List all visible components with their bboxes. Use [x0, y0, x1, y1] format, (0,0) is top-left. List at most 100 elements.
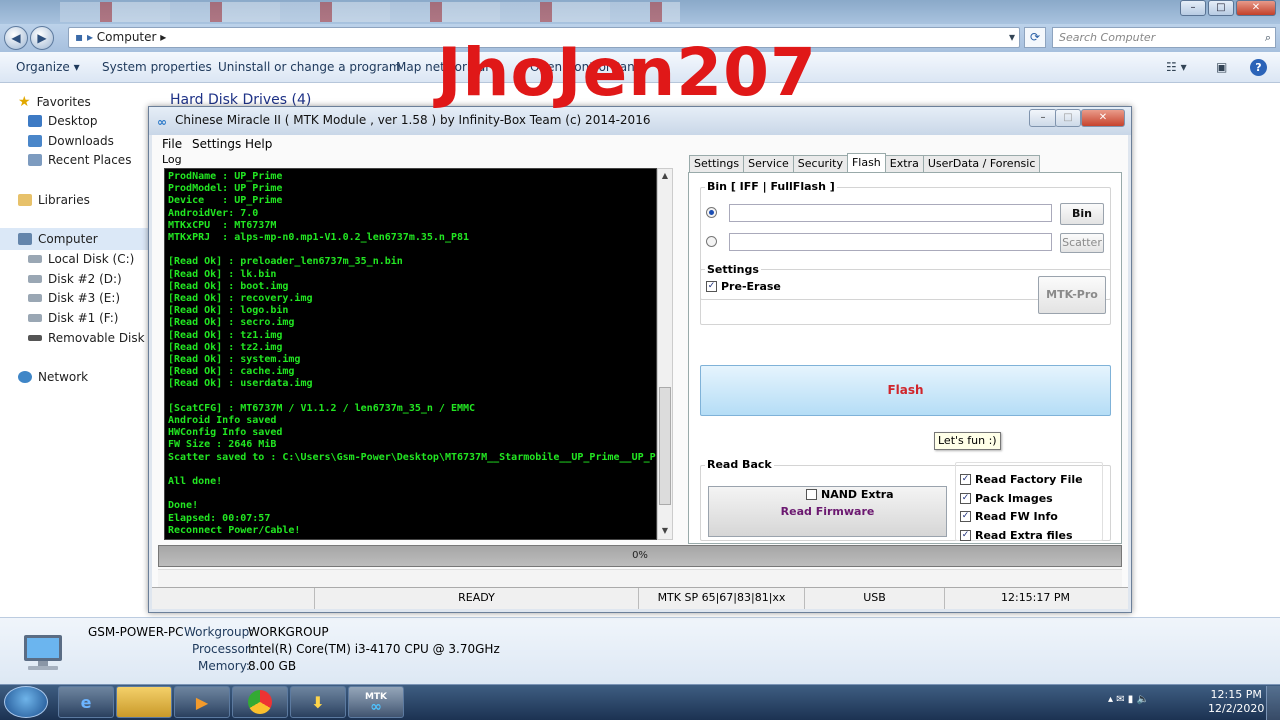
progress-text: 0% — [632, 550, 648, 561]
chevron-down-icon[interactable]: ▾ — [1009, 28, 1015, 47]
bin-path-field[interactable] — [729, 204, 1052, 222]
scatter-button: Scatter — [1060, 233, 1104, 253]
nav-downloads[interactable]: Downloads — [28, 134, 114, 148]
scroll-thumb[interactable] — [659, 387, 671, 505]
read-fw-info-checkbox[interactable]: ✓ Read FW Info — [960, 510, 1058, 523]
workgroup-label: Workgroup: — [184, 625, 254, 639]
close-icon[interactable]: ✕ — [1081, 109, 1125, 127]
tab-userdata-forensic[interactable]: UserData / Forensic — [922, 155, 1041, 172]
nav-drive-e[interactable]: Disk #3 (E:) — [28, 291, 120, 305]
status-empty — [152, 588, 315, 609]
downloads-icon — [28, 135, 42, 147]
media-player-icon[interactable]: ▶ — [174, 686, 230, 718]
workgroup-value: WORKGROUP — [248, 625, 329, 639]
status-time: 12:15:17 PM — [1000, 591, 1071, 604]
nav-drive-d[interactable]: Disk #2 (D:) — [28, 272, 122, 286]
nand-extra-checkbox[interactable]: NAND Extra — [806, 488, 894, 501]
drive-icon — [28, 294, 42, 302]
log-scrollbar[interactable]: ▲ ▼ — [657, 168, 673, 540]
read-factory-file-checkbox[interactable]: ✓ Read Factory File — [960, 473, 1083, 486]
tab-bar: Settings Service Security Flash Extra Us… — [689, 153, 1041, 172]
tab-extra[interactable]: Extra — [884, 155, 924, 172]
log-text: ProdName : UP_Prime ProdModel: UP Prime … — [168, 171, 656, 536]
back-icon[interactable]: ◀ — [4, 26, 28, 50]
log-panel[interactable]: ProdName : UP_Prime ProdModel: UP Prime … — [164, 168, 657, 540]
scroll-down-icon[interactable]: ▼ — [659, 525, 671, 537]
status-state: READY — [315, 588, 639, 609]
help-icon[interactable]: ? — [1250, 59, 1267, 76]
taskbar-clock[interactable]: 12:15 PM 12/2/2020 — [1208, 688, 1264, 716]
tab-flash[interactable]: Flash — [846, 153, 886, 172]
checkmark-icon: ✓ — [960, 511, 971, 522]
read-extra-files-checkbox[interactable]: ✓ Read Extra files — [960, 529, 1073, 542]
menu-bar: File Settings Help — [152, 135, 1128, 153]
pack-images-checkbox[interactable]: ✓ Pack Images — [960, 492, 1053, 505]
bin-radio[interactable] — [706, 207, 717, 218]
uninstall-program-button[interactable]: Uninstall or change a program — [218, 60, 401, 74]
clock-date: 12/2/2020 — [1208, 702, 1265, 715]
pre-erase-checkbox[interactable]: ✓ Pre-Erase — [706, 280, 781, 293]
refresh-icon[interactable]: ⟳ — [1024, 27, 1046, 48]
nav-libraries[interactable]: Libraries — [18, 193, 90, 207]
minimize-icon[interactable]: – — [1180, 0, 1206, 16]
watermark-text: JhoJen207 — [437, 34, 817, 111]
cm2-client-area: File Settings Help Log ProdName : UP_Pri… — [152, 135, 1128, 609]
ie-icon[interactable]: e — [58, 686, 114, 718]
desktop-icon — [28, 115, 42, 127]
computer-icon — [18, 233, 32, 245]
star-icon: ★ — [18, 94, 31, 110]
start-button[interactable] — [4, 686, 48, 718]
checkmark-icon: ✓ — [960, 474, 971, 485]
maximize-icon[interactable]: □ — [1207, 0, 1234, 16]
nav-drive-c[interactable]: Local Disk (C:) — [28, 252, 134, 266]
search-input[interactable]: Search Computer ⌕ — [1052, 27, 1276, 48]
organize-menu[interactable]: Organize ▾ — [16, 60, 80, 74]
chrome-icon[interactable] — [232, 686, 288, 718]
nav-network[interactable]: Network — [18, 370, 88, 384]
window-thumbnails — [60, 2, 680, 22]
drive-icon — [28, 255, 42, 263]
explorer-taskbar-icon[interactable] — [116, 686, 172, 718]
settings-group-label: Settings — [705, 263, 761, 276]
libraries-icon — [18, 194, 32, 206]
view-options-icon[interactable]: ☷ ▾ — [1166, 60, 1187, 74]
tray-icons[interactable]: ▴ ✉ ▮ 🔈 — [1108, 694, 1149, 705]
download-manager-icon[interactable]: ⬇ — [290, 686, 346, 718]
minimize-icon[interactable]: – — [1029, 109, 1057, 127]
flash-button[interactable]: Flash — [700, 365, 1111, 416]
preview-pane-icon[interactable]: ▣ — [1216, 60, 1227, 74]
menu-file[interactable]: File — [162, 137, 182, 151]
tab-service[interactable]: Service — [743, 155, 794, 172]
mtk-taskbar-icon[interactable]: MTK ∞ — [348, 686, 404, 718]
status-bar: READY MTK SP 65|67|83|81|xx USB 12:15:17… — [152, 587, 1128, 609]
bin-group-label: Bin [ IFF | FullFlash ] — [705, 180, 837, 193]
drive-icon — [28, 275, 42, 283]
nav-recent-places[interactable]: Recent Places — [28, 153, 131, 167]
close-icon[interactable]: ✕ — [1235, 0, 1276, 16]
computer-icon: ▪ ▸ — [75, 30, 97, 44]
tab-security[interactable]: Security — [792, 155, 848, 172]
forward-icon[interactable]: ▶ — [30, 26, 54, 50]
system-properties-button[interactable]: System properties — [102, 60, 212, 74]
show-desktop-button[interactable] — [1266, 686, 1280, 720]
scatter-radio[interactable] — [706, 236, 717, 247]
maximize-icon: □ — [1055, 109, 1081, 127]
flash-tab-panel: Bin [ IFF | FullFlash ] Bin Scatter Sett… — [688, 172, 1122, 544]
cm2-window: ∞ Chinese Miracle II ( MTK Module , ver … — [148, 106, 1132, 613]
checkmark-icon: ✓ — [960, 493, 971, 504]
status-platform: MTK SP 65|67|83|81|xx — [639, 588, 805, 609]
processor-value: Intel(R) Core(TM) i3-4170 CPU @ 3.70GHz — [248, 642, 500, 656]
cm2-title: Chinese Miracle II ( MTK Module , ver 1.… — [175, 113, 651, 127]
nav-drive-f[interactable]: Disk #1 (F:) — [28, 311, 118, 325]
nav-desktop[interactable]: Desktop — [28, 114, 98, 128]
menu-settings[interactable]: Settings — [192, 137, 241, 151]
nav-computer[interactable]: Computer — [0, 228, 150, 250]
bin-button[interactable]: Bin — [1060, 203, 1104, 225]
read-back-label: Read Back — [705, 458, 774, 471]
scroll-up-icon[interactable]: ▲ — [659, 170, 671, 182]
scatter-path-field[interactable] — [729, 233, 1052, 251]
tab-settings[interactable]: Settings — [689, 155, 745, 172]
clock-time: 12:15 PM — [1210, 688, 1262, 701]
menu-help[interactable]: Help — [245, 137, 272, 151]
nav-favorites[interactable]: ★ Favorites — [18, 94, 91, 110]
